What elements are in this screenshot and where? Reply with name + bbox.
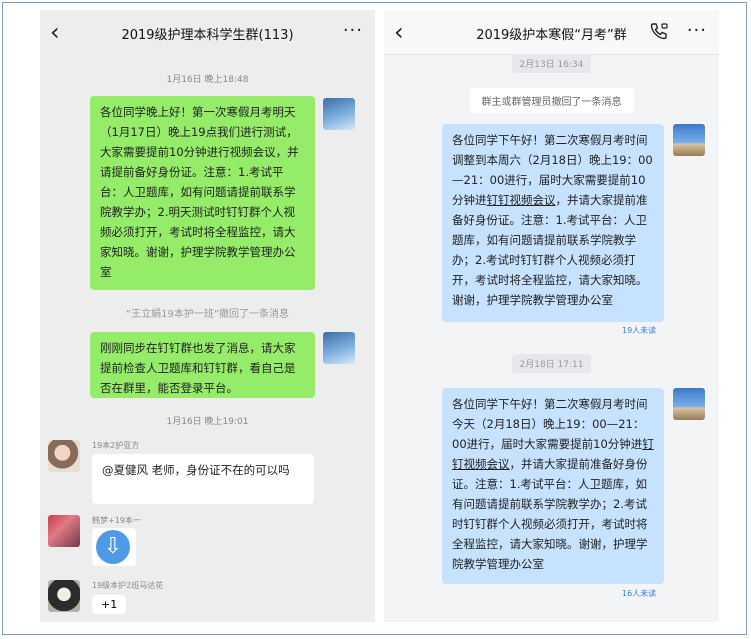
self-avatar[interactable] <box>323 98 355 130</box>
system-notice: 群主或群管理员撤回了一条消息 <box>469 88 634 113</box>
message-bubble[interactable]: @夏健风 老师，身份证不在的可以吗 <box>92 454 314 504</box>
member-avatar[interactable] <box>48 580 80 612</box>
self-avatar[interactable] <box>673 124 705 156</box>
chat-header: ‹ 2019级护理本科学生群(113) ··· <box>40 10 375 54</box>
message-bubble[interactable]: 刚刚同步在钉钉群也发了消息，请大家提前检查人卫题库和钉钉群，看自己是否在群里，能… <box>90 332 315 398</box>
message-text: 各位同学下午好！第二次寒假月考时间今天（2月18日）晚上19：00—21：00进… <box>452 397 648 451</box>
sender-name: 19本2护亚方 <box>92 441 140 450</box>
sender-name: 韩梦+19本一 <box>92 516 141 525</box>
sender-name: 19级本护2班马达花 <box>92 581 164 590</box>
self-avatar[interactable] <box>673 388 705 420</box>
member-avatar[interactable] <box>48 515 80 547</box>
dingtalk-chat-panel: ‹ 2019级护本寒假“月考”群 ··· 2月13日 16:34 群主或群管理员… <box>384 10 719 622</box>
message-bubble[interactable]: 各位同学下午好！第二次寒假月考时间调整到本周六（2月18日）晚上19：00—21… <box>442 124 664 322</box>
chat-header: ‹ 2019级护本寒假“月考”群 ··· <box>384 10 719 55</box>
member-avatar[interactable] <box>48 440 80 472</box>
download-arrow-icon: ⇩ <box>103 534 123 559</box>
wechat-chat-panel: ‹ 2019级护理本科学生群(113) ··· 1月16日 晚上18:48 各位… <box>40 10 375 622</box>
unread-count[interactable]: 19人未读 <box>622 325 656 336</box>
recall-notice: “王立娟19本护一班”撤回了一条消息 <box>125 309 290 320</box>
message-bubble[interactable]: 各位同学下午好！第二次寒假月考时间今天（2月18日）晚上19：00—21：00进… <box>442 388 664 584</box>
self-avatar[interactable] <box>323 332 355 364</box>
more-options-icon[interactable]: ··· <box>343 20 363 41</box>
timestamp: 1月16日 晚上19:01 <box>166 417 249 427</box>
message-bubble[interactable]: +1 <box>92 595 127 614</box>
timestamp: 2月13日 16:34 <box>511 54 592 73</box>
more-options-icon[interactable]: ··· <box>687 20 707 41</box>
unread-count[interactable]: 16人未读 <box>622 588 656 599</box>
timestamp: 2月18日 17:11 <box>511 354 592 373</box>
message-text: ，并请大家提前准备好身份证。注意：1.考试平台：人卫题库，如有问题请提前联系学院… <box>452 457 648 571</box>
chat-title: 2019级护理本科学生群(113) <box>121 28 294 43</box>
video-meeting-link[interactable]: 钉钉视频会议 <box>487 193 556 207</box>
timestamp: 1月16日 晚上18:48 <box>166 75 249 85</box>
message-bubble[interactable]: 各位同学晚上好！第一次寒假月考明天（1月17日）晚上19点我们进行测试，大家需要… <box>90 96 315 290</box>
message-text: ，并请大家提前准备好身份证。注意：1.考试平台：人卫题库，如有问题请提前联系学院… <box>452 193 648 307</box>
video-call-icon[interactable] <box>649 21 669 41</box>
download-file-icon[interactable]: ⇩ <box>92 528 136 566</box>
